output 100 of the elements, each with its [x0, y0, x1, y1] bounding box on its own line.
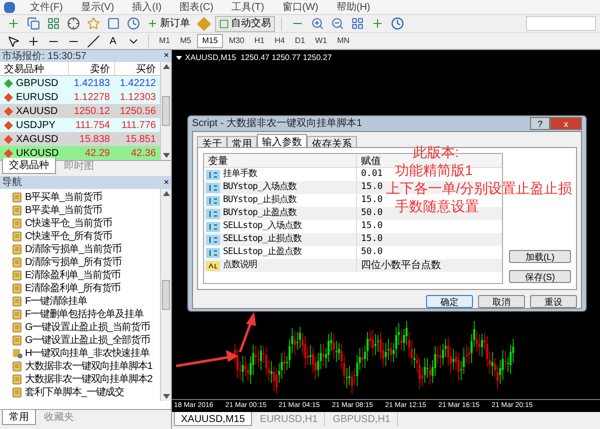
parameter-value[interactable]: 四位小数平台点数 — [361, 258, 441, 273]
scroll-up-icon — [162, 191, 170, 196]
symbol-name: USDJPY — [16, 118, 56, 132]
parameter-value[interactable]: 50.0 — [361, 206, 383, 220]
bid-price: 15.838 — [79, 134, 110, 144]
timeframe-button[interactable]: H1 — [250, 34, 269, 48]
symbol-row[interactable]: UKOUSD 42.29 42.36 — [0, 146, 160, 160]
symbol-name: UKOUSD — [16, 146, 59, 160]
column-header: 卖价 — [90, 64, 110, 75]
timeframe-button[interactable]: M30 — [224, 34, 248, 48]
tree-item[interactable]: D清除亏损单_当前货币 — [12, 243, 122, 256]
symbol-name: XAUUSD — [16, 104, 58, 118]
timeframe-button[interactable]: M1 — [155, 34, 174, 48]
bid-price: 42.29 — [84, 148, 110, 158]
timeframe-button[interactable]: MN — [333, 34, 354, 48]
close-button[interactable]: × — [164, 176, 169, 190]
tree-item[interactable]: E清除盈利单_所有货币 — [12, 282, 121, 295]
parameter-name: BUYstop_入场点数 — [223, 180, 296, 194]
column-header: 变量 — [208, 156, 228, 167]
menu-item[interactable]: 图表(C) — [176, 0, 216, 14]
tree-item[interactable]: C快速平仓_当前货币 — [12, 217, 112, 230]
chart-tab[interactable]: XAUUSD,M15 — [174, 412, 252, 426]
tree-item[interactable]: 大数据非农一键双向挂单脚本1 — [12, 360, 152, 373]
scroll-icon — [12, 374, 23, 385]
scroll-icon — [12, 387, 23, 398]
scroll-down-icon — [162, 153, 170, 158]
scroll-icon — [12, 192, 23, 203]
scroll-icon — [12, 244, 23, 255]
chart-header: XAUUSD,M15 1250.47 1250.77 1250.27 — [185, 52, 332, 64]
tree-item[interactable]: D清除亏损单_所有货币 — [12, 256, 122, 269]
parameter-value[interactable]: 15.0 — [361, 180, 383, 194]
text-tool-button[interactable]: A — [104, 34, 122, 48]
symbol-name: GBPUSD — [16, 76, 58, 90]
tree-item[interactable]: G一键设置止盈止损_当前货币 — [12, 321, 150, 334]
symbol-row[interactable]: USDJPY 111.754 111.776 — [0, 118, 160, 132]
scroll-icon — [12, 257, 23, 268]
scroll-icon — [12, 309, 23, 320]
tree-item[interactable]: E清除盈利单_当前货币 — [12, 269, 121, 282]
tree-item[interactable]: B平卖单_当前货币 — [12, 204, 102, 217]
tree-item[interactable]: B平买单_当前货币 — [12, 191, 102, 204]
tree-item[interactable]: F一键删单包括持仓单及挂单 — [12, 308, 144, 321]
side-button[interactable]: 保存(S) — [509, 270, 571, 283]
parameter-name: 挂单手数 — [223, 168, 257, 181]
column-header: 买价 — [136, 64, 156, 75]
menu-item[interactable]: 显示(V) — [78, 0, 118, 14]
symbol-row[interactable]: EURUSD 1.12278 1.12303 — [0, 90, 160, 104]
scroll-icon — [12, 283, 23, 294]
timeframe-button[interactable]: M5 — [176, 34, 196, 48]
menu-item[interactable]: 工具(T) — [228, 0, 268, 14]
parameter-value[interactable]: 15.0 — [361, 232, 383, 246]
tree-item[interactable]: C快速平仓_所有货币 — [12, 230, 112, 243]
panel-tab[interactable]: 常用 — [2, 410, 36, 425]
ask-price: 42.36 — [130, 148, 156, 158]
annotation-text: 手数随意设置 — [395, 197, 479, 215]
bid-price: 1.42183 — [74, 78, 110, 88]
parameter-value[interactable]: 0.01 — [361, 168, 383, 182]
parameter-value[interactable]: 15.0 — [361, 220, 383, 234]
symbol-row[interactable]: XAUUSD 1250.12 1250.56 — [0, 104, 160, 118]
tree-item[interactable]: 套利下单脚本_一键成交 — [12, 386, 124, 399]
dialog-tab[interactable]: 输入参数 — [257, 134, 307, 147]
parameter-value[interactable]: 50.0 — [361, 246, 383, 260]
scroll-icon — [12, 296, 23, 307]
help-button[interactable]: ? — [530, 117, 550, 130]
timeframe-button[interactable]: D1 — [290, 34, 310, 48]
auto-trading-button[interactable]: 自动交易 — [215, 16, 275, 32]
scroll-thumb[interactable] — [162, 96, 170, 126]
search-field[interactable] — [526, 16, 596, 31]
parameter-name: 点数说明 — [223, 258, 257, 272]
gear-icon — [12, 348, 23, 359]
tree-item[interactable]: 大数据非农一键双向挂单脚本2 — [12, 373, 152, 386]
timeframe-button[interactable]: M15 — [197, 34, 223, 48]
symbol-name: EURUSD — [16, 90, 58, 104]
close-button[interactable]: x — [550, 117, 582, 130]
close-button[interactable]: × — [164, 49, 169, 63]
side-button[interactable]: 加载(L) — [509, 250, 571, 263]
plus-icon — [147, 18, 158, 29]
scroll-icon — [12, 335, 23, 346]
timeframe-button[interactable]: H4 — [270, 34, 289, 48]
annotation-text: 功能精简版1 — [395, 161, 473, 179]
menu-item[interactable]: 文件(F) — [27, 0, 66, 14]
dialog-button[interactable]: 重设 — [530, 295, 577, 308]
tree-item[interactable]: G一键设置止盈止损_全部货币 — [12, 334, 150, 347]
panel-tab[interactable]: 交易品种 — [2, 158, 56, 174]
parameter-value[interactable]: 15.0 — [361, 194, 383, 208]
menu-item[interactable]: 帮助(H) — [333, 0, 374, 14]
timeframe-button[interactable]: W1 — [311, 34, 332, 48]
scroll-thumb[interactable] — [162, 280, 170, 310]
ask-price: 15.851 — [125, 134, 156, 144]
tree-item[interactable]: F一键清除挂单 — [12, 295, 87, 308]
dialog-button[interactable]: 取消 — [478, 295, 525, 308]
menu-item[interactable]: 窗口(W) — [279, 0, 322, 14]
parameter-name: BUYstop_止损点数 — [223, 194, 296, 207]
dropdown-icon — [176, 56, 182, 60]
symbol-row[interactable]: GBPUSD 1.42183 1.42212 — [0, 76, 160, 90]
symbol-row[interactable]: XAGUSD 15.838 15.851 — [0, 132, 160, 146]
new-order-button[interactable]: 新订单 — [144, 16, 193, 32]
menu-item[interactable]: 插入(I) — [129, 0, 165, 14]
tree-item[interactable]: H一键双向挂单_非农快速挂单 — [12, 347, 150, 360]
dialog-button[interactable]: 确定 — [426, 295, 473, 308]
scroll-icon — [12, 231, 23, 242]
